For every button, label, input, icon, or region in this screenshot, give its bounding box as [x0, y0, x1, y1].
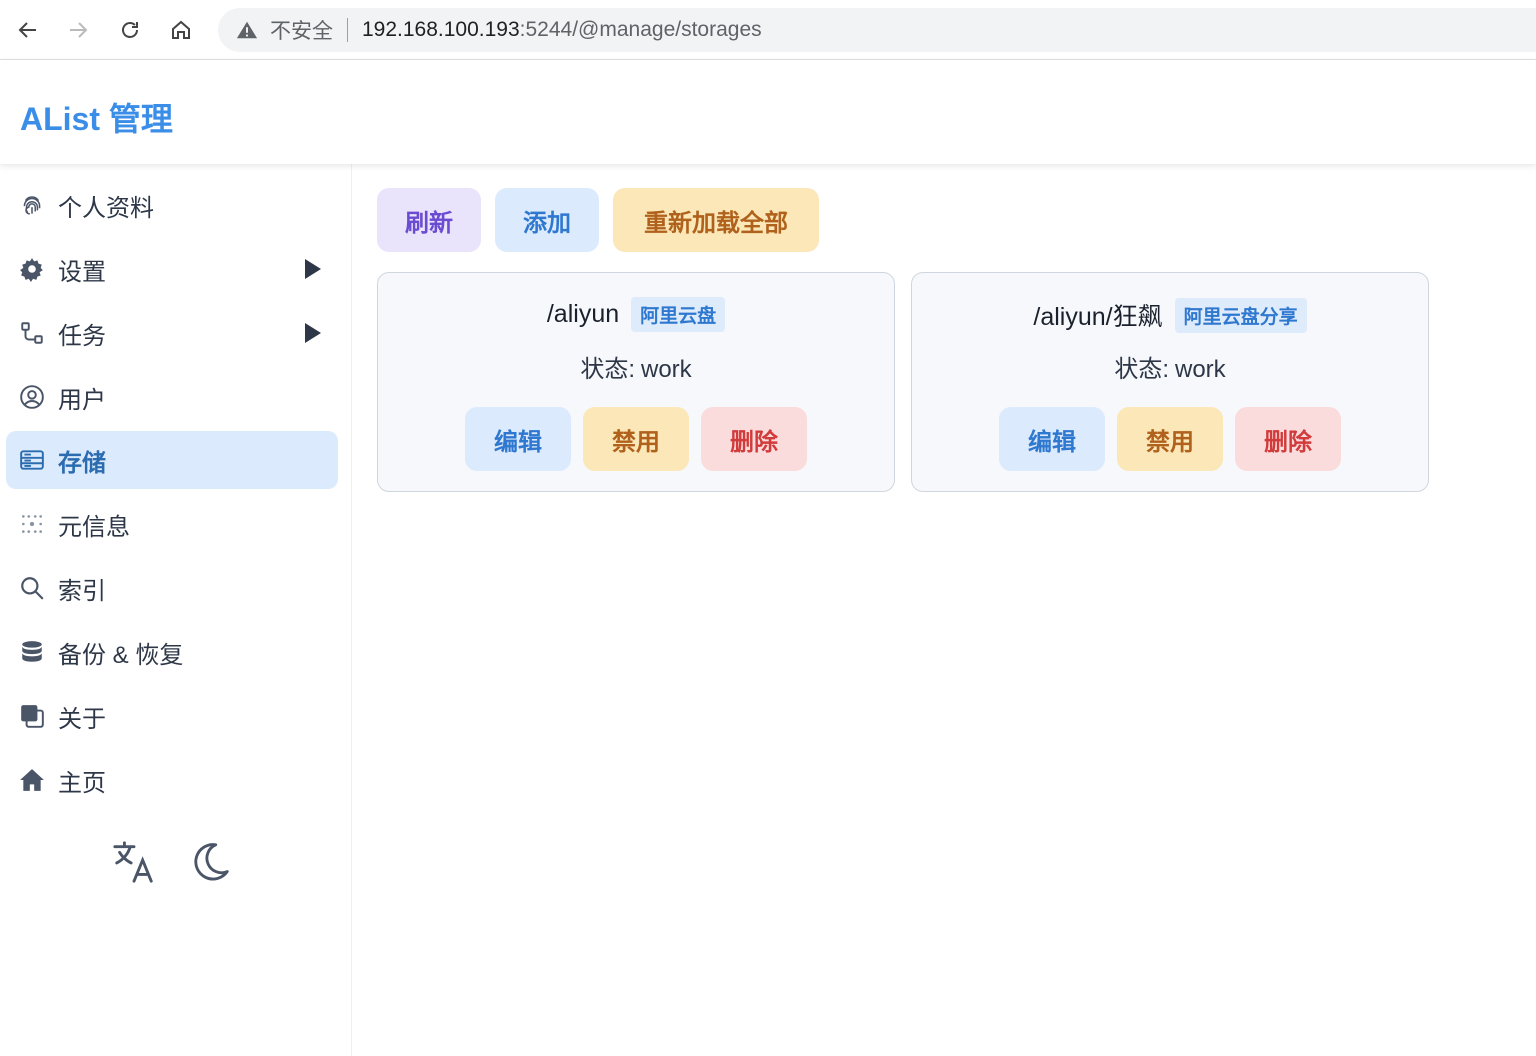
warning-icon	[236, 21, 258, 39]
sidebar-item-label: 任务	[58, 322, 106, 350]
storage-card-header: /aliyun 阿里云盘	[378, 297, 894, 332]
disable-button[interactable]: 禁用	[583, 407, 689, 471]
address-bar[interactable]: 不安全 192.168.100.193:5244/@manage/storage…	[218, 8, 1536, 52]
database-icon	[18, 638, 46, 666]
main-content: 刷新 添加 重新加载全部 /aliyun 阿里云盘 状态: work 编辑 禁用 …	[352, 164, 1536, 1056]
language-button[interactable]	[108, 836, 160, 888]
user-circle-icon	[18, 383, 46, 411]
storage-status: 状态: work	[912, 349, 1428, 384]
storage-status: 状态: work	[378, 349, 894, 384]
driver-badge: 阿里云盘	[631, 297, 726, 332]
refresh-button[interactable]: 刷新	[377, 188, 481, 252]
delete-button[interactable]: 删除	[1235, 407, 1341, 471]
forward-button[interactable]	[58, 10, 98, 50]
sidebar-item-users[interactable]: 用户	[6, 368, 338, 426]
back-button[interactable]	[8, 10, 48, 50]
sidebar-tools	[0, 832, 352, 892]
browser-toolbar: 不安全 192.168.100.193:5244/@manage/storage…	[0, 0, 1536, 60]
sidebar-item-about[interactable]: 关于	[6, 687, 338, 745]
copy-icon	[18, 702, 46, 730]
sidebar-item-label: 关于	[58, 705, 106, 733]
home-icon	[18, 766, 46, 794]
page-title: AList 管理	[20, 101, 173, 137]
sidebar-item-meta[interactable]: 元信息	[6, 495, 338, 553]
app-header: AList 管理	[0, 60, 1536, 164]
reload-button[interactable]	[110, 10, 150, 50]
dark-mode-toggle[interactable]	[184, 836, 236, 888]
delete-button[interactable]: 删除	[701, 407, 807, 471]
mount-path: /aliyun	[546, 300, 620, 328]
gear-icon	[18, 255, 46, 283]
storage-icon	[18, 446, 46, 474]
divider	[347, 18, 348, 42]
disable-button[interactable]: 禁用	[1117, 407, 1223, 471]
sidebar-item-label: 主页	[58, 769, 106, 797]
sidebar-item-label: 元信息	[58, 513, 130, 541]
sidebar-item-home[interactable]: 主页	[6, 751, 338, 809]
sidebar-item-settings[interactable]: 设置	[6, 240, 338, 298]
edit-button[interactable]: 编辑	[465, 407, 571, 471]
insecure-label: 不安全	[270, 20, 333, 43]
sidebar-item-label: 备份 & 恢复	[58, 641, 184, 669]
search-icon	[18, 574, 46, 602]
sidebar-item-profile[interactable]: 个人资料	[6, 176, 338, 234]
reload-icon	[122, 22, 138, 38]
caret-right-icon	[305, 323, 321, 343]
sidebar-item-storages[interactable]: 存储	[6, 431, 338, 489]
moon-icon	[194, 843, 229, 881]
storage-card: /aliyun 阿里云盘 状态: work 编辑 禁用 删除	[377, 272, 895, 492]
sidebar-item-label: 个人资料	[58, 194, 154, 222]
task-flow-icon	[18, 319, 46, 347]
sidebar-item-label: 存储	[58, 449, 106, 477]
sidebar-item-backup[interactable]: 备份 & 恢复	[6, 623, 338, 681]
add-button[interactable]: 添加	[495, 188, 599, 252]
home-outline-icon	[172, 20, 190, 39]
mount-path: /aliyun/狂飙	[1033, 303, 1163, 331]
sidebar-item-label: 设置	[58, 258, 106, 286]
home-button[interactable]	[161, 10, 201, 50]
driver-badge: 阿里云盘分享	[1174, 297, 1307, 333]
sidebar: 个人资料 设置 任务 用户 存储 元信息 索引 备份 & 恢复 关于 主页	[0, 164, 352, 1056]
meta-icon	[18, 510, 46, 538]
reload-all-button[interactable]: 重新加载全部	[613, 188, 819, 252]
arrow-right-icon	[70, 22, 88, 38]
sidebar-item-index[interactable]: 索引	[6, 559, 338, 617]
url-path: :5244/@manage/storages	[519, 18, 762, 41]
sidebar-item-label: 用户	[58, 386, 106, 414]
storage-card-header: /aliyun/狂飙 阿里云盘分享	[912, 297, 1428, 333]
url-host: 192.168.100.193	[362, 18, 520, 41]
edit-button[interactable]: 编辑	[999, 407, 1105, 471]
sidebar-item-label: 索引	[58, 577, 106, 605]
translate-icon	[113, 841, 153, 883]
fingerprint-icon	[18, 191, 46, 219]
arrow-left-icon	[18, 22, 36, 38]
caret-right-icon	[305, 259, 321, 279]
sidebar-item-tasks[interactable]: 任务	[6, 304, 338, 362]
storage-card: /aliyun/狂飙 阿里云盘分享 状态: work 编辑 禁用 删除	[911, 272, 1429, 492]
status-value: work	[1175, 356, 1226, 383]
status-label: 状态:	[580, 356, 635, 383]
status-label: 状态:	[1114, 356, 1169, 383]
status-value: work	[641, 356, 692, 383]
